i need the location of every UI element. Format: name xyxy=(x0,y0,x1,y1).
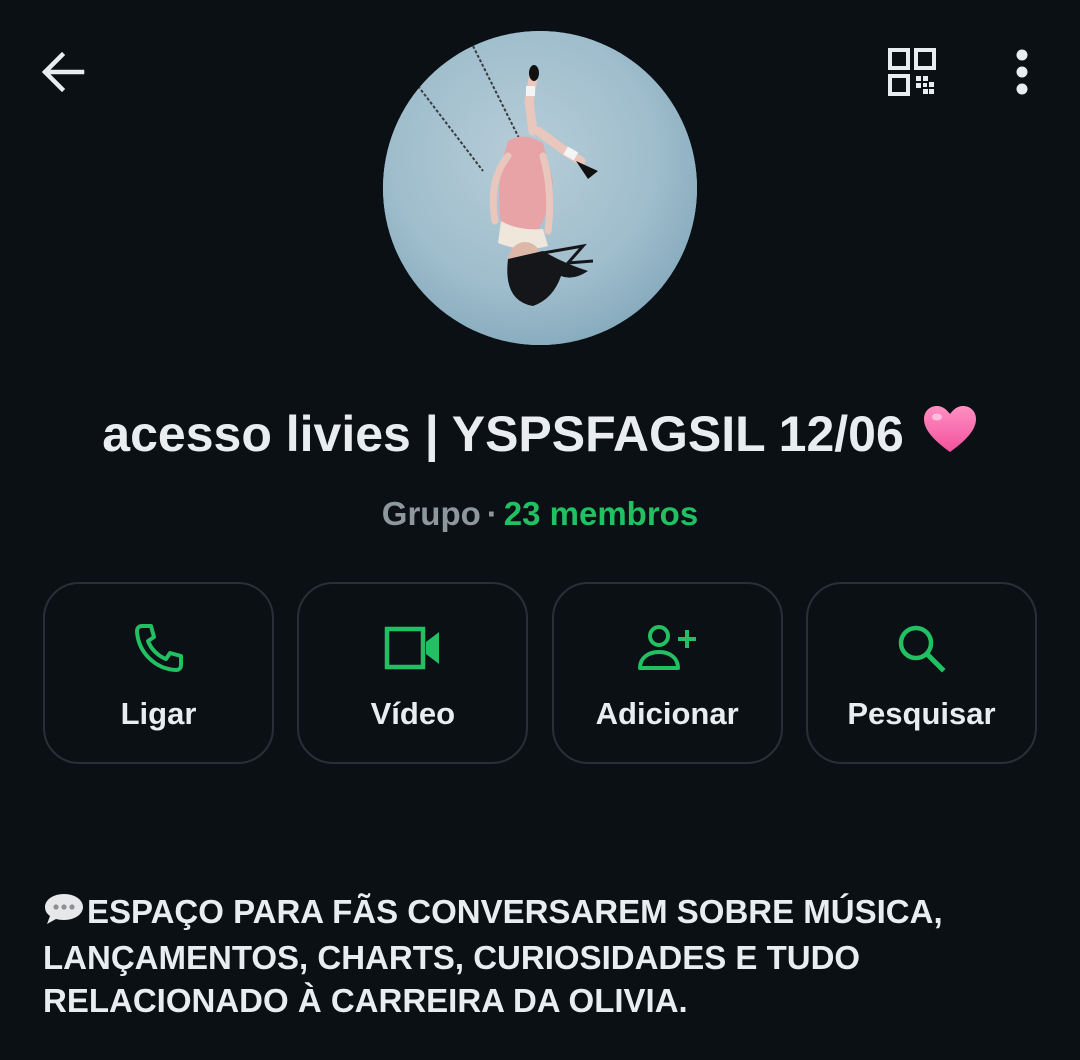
pink-heart-icon xyxy=(922,405,978,467)
search-icon xyxy=(896,620,947,676)
description-line-3: RELACIONADO À CARREIRA DA OLIVIA. xyxy=(43,982,688,1019)
search-label: Pesquisar xyxy=(847,696,996,731)
back-button[interactable] xyxy=(30,44,96,104)
description-line-2: LANÇAMENTOS, CHARTS, CURIOSIDADES E TUDO xyxy=(43,939,861,976)
group-subtitle: Grupo · 23 membros xyxy=(0,495,1080,533)
more-options-button[interactable] xyxy=(992,44,1052,104)
members-count-link[interactable]: 23 membros xyxy=(504,495,698,532)
group-avatar[interactable] xyxy=(383,31,697,345)
description-line: ESPAÇO PARA FÃS CONVERSAREM SOBRE MÚSICA… xyxy=(43,890,1043,936)
add-person-icon xyxy=(637,620,697,676)
call-button[interactable]: Ligar xyxy=(43,582,274,764)
qr-code-icon xyxy=(888,47,936,101)
action-buttons: Ligar Vídeo Adicionar Pesquisar xyxy=(43,582,1037,764)
video-label: Vídeo xyxy=(370,696,456,731)
add-member-label: Adicionar xyxy=(595,696,739,731)
qr-code-button[interactable] xyxy=(880,44,944,104)
group-name-text: acesso livies | YSPSFAGSIL 12/06 xyxy=(102,406,904,462)
add-member-button[interactable]: Adicionar xyxy=(551,582,783,764)
group-name: acesso livies | YSPSFAGSIL 12/06 xyxy=(0,405,1080,467)
group-type: Grupo xyxy=(381,495,481,532)
arrow-left-icon xyxy=(40,51,86,98)
separator: · xyxy=(486,495,498,532)
group-info-screen: acesso livies | YSPSFAGSIL 12/06 Grupo · 2… xyxy=(0,0,1080,1060)
speech-bubble-icon xyxy=(43,892,85,936)
call-label: Ligar xyxy=(120,696,197,731)
group-description: ESPAÇO PARA FÃS CONVERSAREM SOBRE MÚSICA… xyxy=(43,890,1043,1022)
description-line-1: ESPAÇO PARA FÃS CONVERSAREM SOBRE MÚSICA… xyxy=(87,893,943,930)
search-button[interactable]: Pesquisar xyxy=(805,582,1037,764)
video-camera-icon xyxy=(384,620,442,676)
video-button[interactable]: Vídeo xyxy=(297,582,529,764)
phone-icon xyxy=(133,620,185,676)
more-vertical-icon xyxy=(1015,49,1029,100)
